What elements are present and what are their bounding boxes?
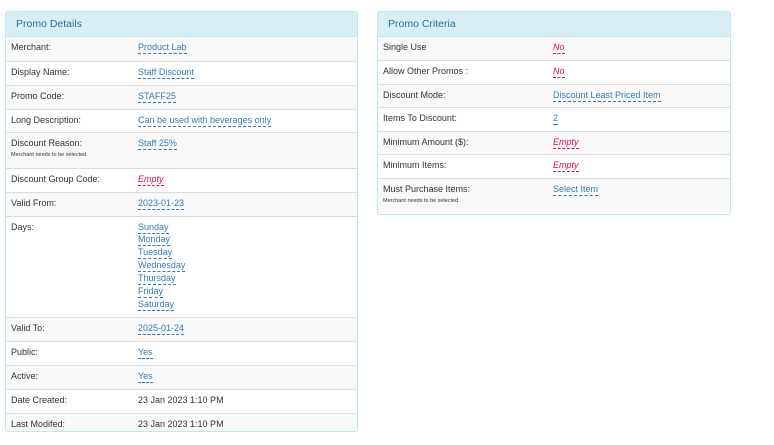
day-sunday[interactable]: Sunday xyxy=(138,222,169,234)
valid-to-label: Valid To: xyxy=(11,322,45,333)
items-to-discount-value[interactable]: 2 xyxy=(553,113,559,125)
days-label: Days: xyxy=(11,221,35,232)
discount-reason-value[interactable]: Staff 25% xyxy=(138,138,177,150)
public-value[interactable]: Yes xyxy=(138,347,153,359)
long-description-row: Long Description: Can be used with bever… xyxy=(6,108,357,132)
discount-group-code-value[interactable]: Empty xyxy=(138,174,164,186)
discount-reason-label: Discount Reason: xyxy=(11,137,83,148)
promo-criteria-panel: Promo Criteria Single Use No Allow Other… xyxy=(377,11,731,215)
discount-group-code-label: Discount Group Code: xyxy=(11,173,101,184)
merchant-value[interactable]: Product Lab xyxy=(138,42,187,54)
active-value[interactable]: Yes xyxy=(138,371,153,383)
promo-details-panel: Promo Details Merchant: Product Lab Disp… xyxy=(5,11,358,432)
days-row: Days: Sunday Monday Tuesday Wednesday Th… xyxy=(6,215,357,317)
discount-group-code-row: Discount Group Code: Empty xyxy=(6,167,357,192)
minimum-amount-label: Minimum Amount ($): xyxy=(383,136,469,147)
promo-details-heading: Promo Details xyxy=(6,12,357,37)
day-tuesday[interactable]: Tuesday xyxy=(138,247,173,260)
minimum-items-label: Minimum Items: xyxy=(383,159,447,170)
last-modified-value: 23 Jan 2023 1:10 PM xyxy=(138,418,224,429)
minimum-items-row: Minimum Items: Empty xyxy=(378,153,730,178)
date-created-label: Date Created: xyxy=(11,394,68,405)
day-thursday[interactable]: Thursday xyxy=(138,273,176,286)
must-purchase-items-row: Must Purchase Items: Merchant needs to b… xyxy=(378,177,730,213)
discount-reason-note: Merchant needs to be selected. xyxy=(11,151,88,158)
minimum-items-value[interactable]: Empty xyxy=(553,160,579,172)
allow-other-promos-label: Allow Other Promos : xyxy=(383,65,469,76)
must-purchase-items-value[interactable]: Select Item xyxy=(553,184,599,196)
date-created-row: Date Created: 23 Jan 2023 1:10 PM xyxy=(6,388,357,413)
promo-details-table: Merchant: Product Lab Display Name: Staf… xyxy=(6,37,357,431)
long-description-label: Long Description: xyxy=(11,114,82,125)
promo-code-value[interactable]: STAFF25 xyxy=(138,91,176,103)
merchant-row: Merchant: Product Lab xyxy=(6,37,357,61)
active-label: Active: xyxy=(11,370,39,381)
display-name-label: Display Name: xyxy=(11,66,70,77)
date-created-value: 23 Jan 2023 1:10 PM xyxy=(138,394,224,405)
must-purchase-items-label: Must Purchase Items: xyxy=(383,183,471,194)
items-to-discount-row: Items To Discount: 2 xyxy=(378,106,730,131)
discount-mode-value[interactable]: Discount Least Priced Item xyxy=(553,90,661,102)
allow-other-promos-value[interactable]: No xyxy=(553,66,565,78)
discount-mode-label: Discount Mode: xyxy=(383,89,446,100)
last-modified-label: Last Modifed: xyxy=(11,418,66,429)
promo-criteria-heading: Promo Criteria xyxy=(378,12,730,37)
minimum-amount-value[interactable]: Empty xyxy=(553,137,579,149)
single-use-value[interactable]: No xyxy=(553,42,565,54)
items-to-discount-label: Items To Discount: xyxy=(383,112,457,123)
minimum-amount-row: Minimum Amount ($): Empty xyxy=(378,130,730,154)
discount-reason-row: Discount Reason: Merchant needs to be se… xyxy=(6,131,357,168)
must-purchase-items-note: Merchant needs to be selected. xyxy=(383,197,460,204)
valid-to-row: Valid To: 2025-01-24 xyxy=(6,316,357,341)
discount-mode-row: Discount Mode: Discount Least Priced Ite… xyxy=(378,83,730,107)
days-list: Sunday Monday Tuesday Wednesday Thursday… xyxy=(138,222,357,312)
display-name-value[interactable]: Staff Discount xyxy=(138,67,194,79)
day-monday[interactable]: Monday xyxy=(138,234,171,247)
last-modified-row: Last Modifed: 23 Jan 2023 1:10 PM xyxy=(6,412,357,431)
long-description-value[interactable]: Can be used with beverages only xyxy=(138,115,272,127)
single-use-row: Single Use No xyxy=(378,37,730,60)
day-friday[interactable]: Friday xyxy=(138,286,164,298)
public-row: Public: Yes xyxy=(6,340,357,365)
valid-from-row: Valid From: 2023-01-23 xyxy=(6,191,357,216)
promo-code-label: Promo Code: xyxy=(11,90,65,101)
merchant-label: Merchant: xyxy=(11,42,52,52)
valid-from-label: Valid From: xyxy=(11,197,57,208)
valid-to-value[interactable]: 2025-01-24 xyxy=(138,323,185,335)
active-row: Active: Yes xyxy=(6,364,357,389)
promo-criteria-table: Single Use No Allow Other Promos : No Di… xyxy=(378,37,730,213)
valid-from-value[interactable]: 2023-01-23 xyxy=(138,198,185,210)
day-saturday[interactable]: Saturday xyxy=(138,299,175,311)
promo-code-row: Promo Code: STAFF25 xyxy=(6,84,357,109)
allow-other-promos-row: Allow Other Promos : No xyxy=(378,59,730,84)
display-name-row: Display Name: Staff Discount xyxy=(6,60,357,85)
day-wednesday[interactable]: Wednesday xyxy=(138,260,186,273)
single-use-label: Single Use xyxy=(383,42,427,52)
public-label: Public: xyxy=(11,346,39,357)
